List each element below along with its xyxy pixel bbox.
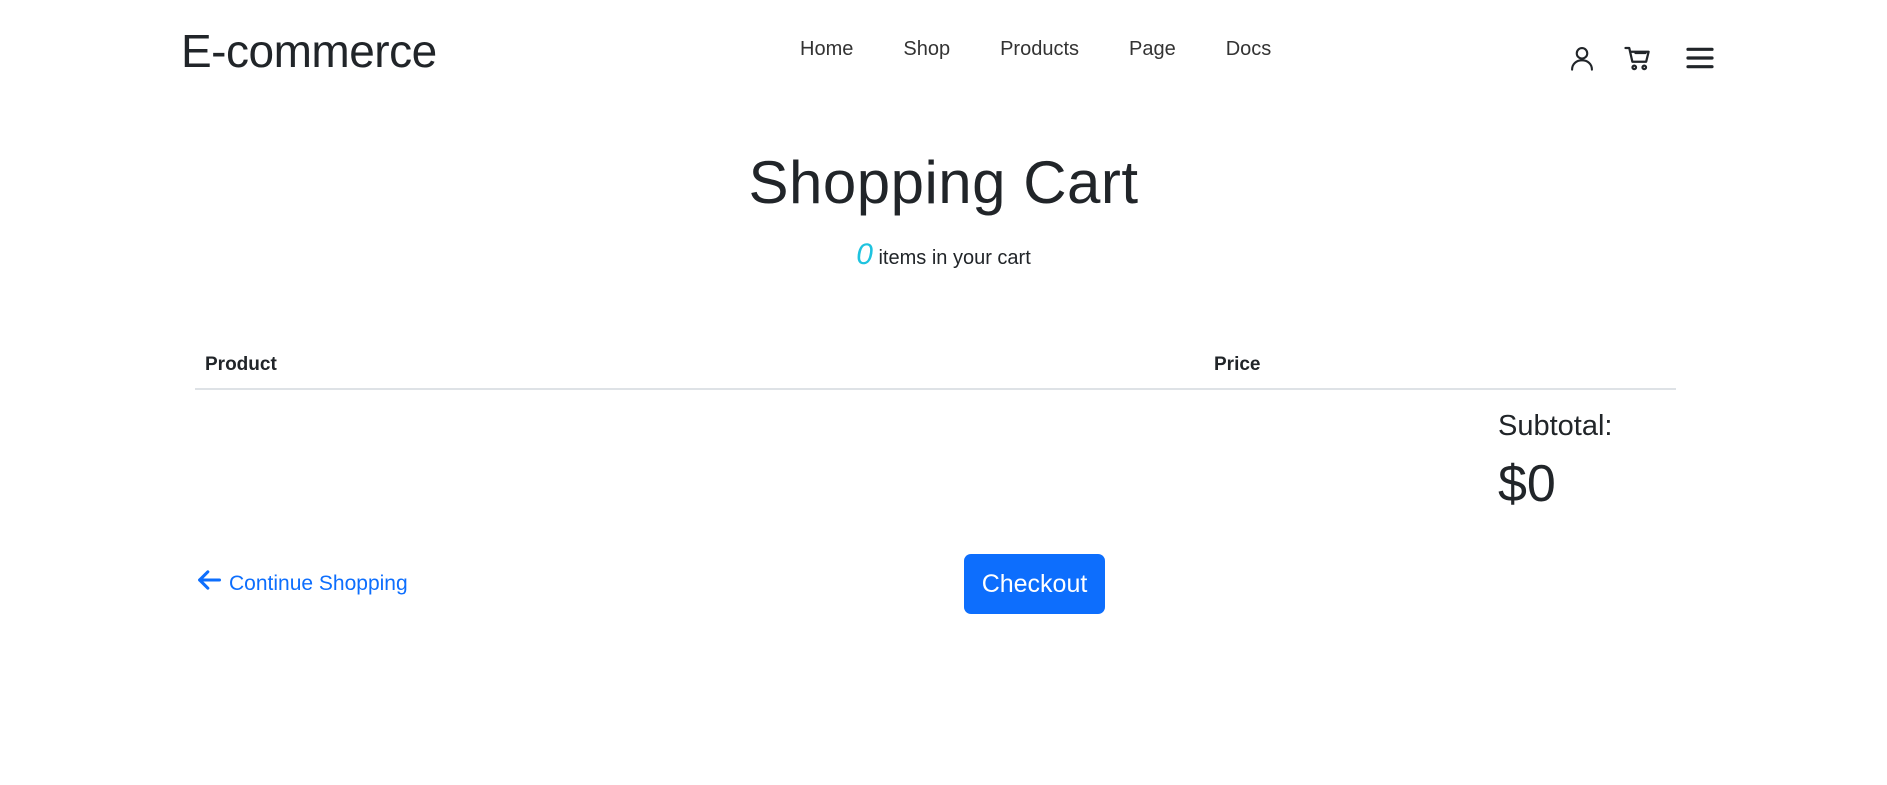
column-header-price: Price	[1214, 354, 1261, 375]
cart-icon[interactable]	[1622, 42, 1654, 74]
column-header-product: Product	[205, 354, 277, 375]
subtotal-value: $0	[1498, 455, 1556, 513]
checkout-button[interactable]: Checkout	[964, 554, 1105, 614]
nav-link-docs[interactable]: Docs	[1226, 38, 1272, 61]
subtotal-label: Subtotal:	[1498, 410, 1613, 442]
cart-header: Shopping Cart	[0, 148, 1887, 217]
nav-link-shop[interactable]: Shop	[903, 38, 950, 61]
menu-icon[interactable]	[1684, 42, 1716, 74]
nav-link-page[interactable]: Page	[1129, 38, 1176, 61]
nav-links: Home Shop Products Page Docs	[800, 38, 1271, 61]
cart-count-line: 0 items in your cart	[0, 238, 1887, 272]
continue-shopping-label: Continue Shopping	[229, 572, 408, 595]
user-icon[interactable]	[1566, 42, 1598, 74]
cart-item-count: 0	[856, 238, 873, 271]
nav-link-products[interactable]: Products	[1000, 38, 1079, 61]
cart-table-header: Product Price	[195, 346, 1676, 390]
brand-logo[interactable]: E-commerce	[181, 24, 437, 78]
page-title: Shopping Cart	[748, 149, 1139, 216]
navbar: E-commerce Home Shop Products Page Docs	[0, 0, 1887, 112]
nav-icons	[1566, 42, 1716, 74]
arrow-left-icon	[198, 570, 222, 590]
continue-shopping-link[interactable]: Continue Shopping	[195, 570, 408, 596]
cart-item-count-text: items in your cart	[872, 247, 1031, 269]
nav-link-home[interactable]: Home	[800, 38, 853, 61]
